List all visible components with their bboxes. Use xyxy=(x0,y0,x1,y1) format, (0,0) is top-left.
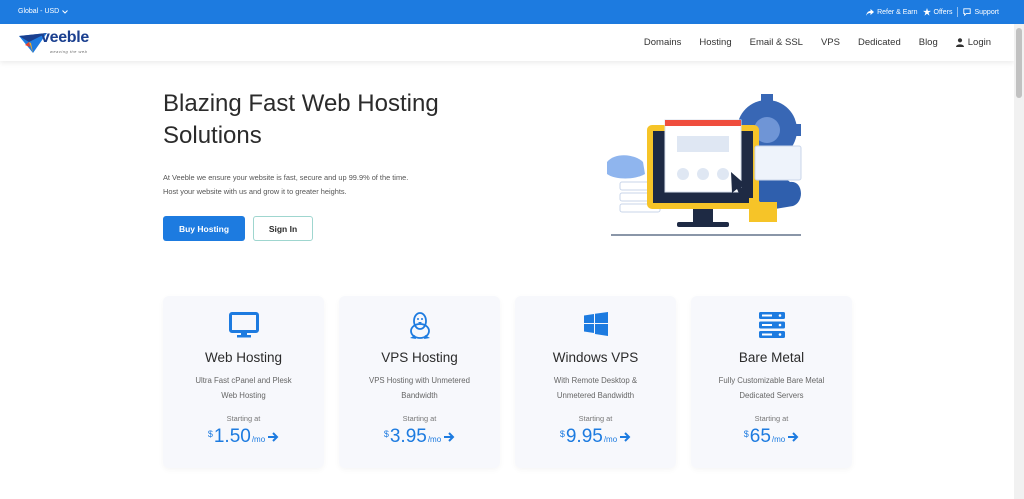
windows-vps-card[interactable]: Windows VPS With Remote Desktop & Unmete… xyxy=(515,296,676,468)
price-link[interactable]: $ 65 /mo xyxy=(691,426,852,448)
vps-hosting-card[interactable]: VPS Hosting VPS Hosting with Unmetered B… xyxy=(339,296,500,468)
windows-icon xyxy=(583,312,608,336)
hero-desc-line-2: Host your website with us and grow it to… xyxy=(163,187,347,196)
card-description: Fully Customizable Bare Metal Dedicated … xyxy=(703,373,840,403)
linux-icon xyxy=(409,312,430,339)
price-amount: 65 xyxy=(749,426,771,447)
server-icon xyxy=(758,312,785,338)
support-link[interactable]: Support xyxy=(963,8,999,16)
hero-illustration xyxy=(607,94,802,236)
nav-login[interactable]: Login xyxy=(955,37,991,48)
brand-logo[interactable]: veeble weaving the web xyxy=(19,29,109,57)
starting-at-label: Starting at xyxy=(402,414,437,423)
brand-name: veeble xyxy=(41,29,90,46)
arrow-right-icon xyxy=(620,432,631,442)
price-amount: 3.95 xyxy=(389,426,427,447)
card-title: Web Hosting xyxy=(204,350,283,365)
price-period: /mo xyxy=(427,435,442,444)
scrollbar-thumb[interactable] xyxy=(1016,28,1022,98)
top-bar: Global - USD Refer & Earn Offers Support xyxy=(0,0,1024,24)
card-title: VPS Hosting xyxy=(381,350,458,365)
starting-at-label: Starting at xyxy=(754,414,789,423)
nav-email-ssl[interactable]: Email & SSL xyxy=(750,37,803,48)
price-link[interactable]: $ 1.50 /mo xyxy=(163,426,324,448)
price-link[interactable]: $ 9.95 /mo xyxy=(515,426,676,448)
monitor-icon xyxy=(228,312,259,338)
price-amount: 9.95 xyxy=(565,426,603,447)
card-desc-line-2: Unmetered Bandwidth xyxy=(556,391,635,400)
card-desc-line-1: Ultra Fast cPanel and Plesk xyxy=(195,376,292,385)
offers-label: Offers xyxy=(933,8,953,16)
refer-earn-label: Refer & Earn xyxy=(877,8,918,16)
starting-at-label: Starting at xyxy=(578,414,613,423)
nav-hosting[interactable]: Hosting xyxy=(699,37,731,48)
hero-title-line-2: Solutions xyxy=(163,122,262,149)
browser-window-card xyxy=(754,145,802,181)
card-desc-line-1: VPS Hosting with Unmetered xyxy=(369,376,470,385)
price-link[interactable]: $ 3.95 /mo xyxy=(339,426,500,448)
card-description: With Remote Desktop & Unmetered Bandwidt… xyxy=(527,373,664,403)
arrow-right-icon xyxy=(444,432,455,442)
arrow-right-icon xyxy=(788,432,799,442)
card-desc-line-1: With Remote Desktop & xyxy=(553,376,638,385)
topbar-divider xyxy=(957,7,959,17)
card-desc-line-2: Bandwidth xyxy=(401,391,438,400)
cloud-shape-left xyxy=(607,155,645,179)
price-amount: 1.50 xyxy=(213,426,251,447)
chevron-down-icon xyxy=(62,9,69,14)
card-description: Ultra Fast cPanel and Plesk Web Hosting xyxy=(175,373,312,403)
price-currency: $ xyxy=(743,429,749,439)
card-title: Windows VPS xyxy=(552,350,639,365)
user-icon xyxy=(955,38,964,47)
price-currency: $ xyxy=(383,429,389,439)
card-desc-line-1: Fully Customizable Bare Metal xyxy=(718,376,825,385)
card-description: VPS Hosting with Unmetered Bandwidth xyxy=(351,373,488,403)
price-currency: $ xyxy=(207,429,213,439)
share-icon xyxy=(866,8,875,16)
hero-description: At Veeble we ensure your website is fast… xyxy=(163,171,483,199)
card-desc-line-2: Dedicated Servers xyxy=(739,391,804,400)
hero-title-line-1: Blazing Fast Web Hosting xyxy=(163,90,439,117)
starting-at-label: Starting at xyxy=(226,414,261,423)
sign-in-button[interactable]: Sign In xyxy=(253,216,313,241)
nav-blog[interactable]: Blog xyxy=(919,37,938,48)
price-period: /mo xyxy=(603,435,618,444)
offers-link[interactable]: Offers xyxy=(922,8,953,16)
nav-domains[interactable]: Domains xyxy=(644,37,682,48)
hero-desc-line-1: At Veeble we ensure your website is fast… xyxy=(163,173,409,182)
nav-vps[interactable]: VPS xyxy=(821,37,840,48)
page-scrollbar[interactable] xyxy=(1014,24,1024,499)
price-period: /mo xyxy=(771,435,786,444)
region-label: Global - USD xyxy=(18,8,60,15)
nav-dedicated[interactable]: Dedicated xyxy=(858,37,901,48)
main-nav: Domains Hosting Email & SSL VPS Dedicate… xyxy=(644,37,991,48)
refer-earn-link[interactable]: Refer & Earn xyxy=(866,8,918,16)
brand-tagline: weaving the web xyxy=(50,49,88,54)
buy-hosting-button[interactable]: Buy Hosting xyxy=(163,216,245,241)
star-icon xyxy=(922,8,931,16)
monitor-illustration xyxy=(647,119,759,227)
main-header: veeble weaving the web Domains Hosting E… xyxy=(0,24,1014,61)
login-label: Login xyxy=(967,37,991,48)
arrow-right-icon xyxy=(268,432,279,442)
bare-metal-card[interactable]: Bare Metal Fully Customizable Bare Metal… xyxy=(691,296,852,468)
card-desc-line-2: Web Hosting xyxy=(221,391,266,400)
support-label: Support xyxy=(974,8,999,16)
hero-title: Blazing Fast Web Hosting Solutions xyxy=(163,88,503,152)
card-title: Bare Metal xyxy=(738,350,805,365)
chat-icon xyxy=(963,8,972,16)
price-currency: $ xyxy=(559,429,565,439)
price-period: /mo xyxy=(251,435,266,444)
web-hosting-card[interactable]: Web Hosting Ultra Fast cPanel and Plesk … xyxy=(163,296,324,468)
region-currency-selector[interactable]: Global - USD xyxy=(18,8,69,15)
